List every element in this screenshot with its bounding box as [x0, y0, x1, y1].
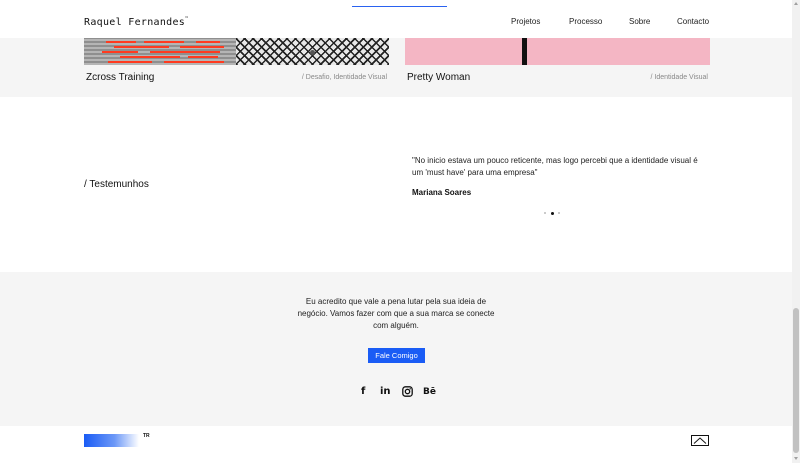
- thumbnail-bar: [106, 41, 136, 43]
- back-to-top-button[interactable]: [691, 435, 709, 446]
- nav-processo[interactable]: Processo: [569, 17, 602, 26]
- carousel-dot-3[interactable]: [558, 212, 560, 214]
- footer-logo[interactable]: [84, 434, 139, 447]
- logo-text: Raquel Fernandes: [84, 17, 186, 28]
- testimonial-quote: "No inicio estava um pouco reticente, ma…: [412, 156, 698, 177]
- thumbnail-bar: [196, 41, 220, 43]
- nav-sobre[interactable]: Sobre: [629, 17, 650, 26]
- carousel-dot-2[interactable]: [551, 211, 554, 215]
- scroll-up-arrow-icon[interactable]: [794, 2, 798, 5]
- thumbnail-bar: [188, 56, 218, 58]
- carousel-dot-1[interactable]: [544, 212, 546, 214]
- thumbnail-stripe: [522, 38, 527, 65]
- thumbnail-bar: [164, 61, 224, 63]
- thumbnail-bar: [114, 46, 169, 48]
- project-title[interactable]: Zcross Training: [86, 72, 154, 83]
- thumbnail-bar: [180, 46, 224, 48]
- project-thumbnail-pretty-woman[interactable]: [405, 38, 710, 65]
- scrollbar-thumb[interactable]: [793, 308, 799, 453]
- footer-logo-mark: TR: [143, 433, 150, 439]
- project-tags: / Desafio, Identidade Visual: [301, 74, 387, 81]
- scroll-down-arrow-icon[interactable]: [794, 457, 798, 460]
- nav-contacto[interactable]: Contacto: [677, 17, 709, 26]
- thumbnail-bar: [150, 51, 220, 53]
- thumbnail-bar: [102, 51, 138, 53]
- site-logo[interactable]: Raquel Fernandes™: [84, 16, 188, 28]
- thumbnail-bar: [120, 56, 180, 58]
- testimonials-heading: / Testemunhos: [84, 179, 149, 190]
- page-scrollbar[interactable]: [792, 0, 800, 463]
- project-tags: / Identidade Visual: [650, 74, 708, 81]
- chevron-up-icon: [693, 437, 707, 444]
- contact-button[interactable]: Fale Comigo: [368, 348, 425, 363]
- instagram-icon[interactable]: [402, 386, 413, 398]
- nav-projetos[interactable]: Projetos: [511, 17, 540, 26]
- cta-text: Eu acredito que vale a pena lutar pela s…: [297, 297, 495, 330]
- cta-section: Eu acredito que vale a pena lutar pela s…: [0, 272, 792, 426]
- thumbnail-bar: [108, 61, 152, 63]
- instagram-glyph: [402, 386, 413, 397]
- logo-trademark: ™: [185, 16, 189, 22]
- scroll-progress-bar: [352, 6, 447, 7]
- project-thumbnail-zcross[interactable]: [84, 38, 389, 65]
- linkedin-icon[interactable]: in: [380, 386, 391, 398]
- thumbnail-dot: [310, 50, 315, 55]
- testimonial-author: Mariana Soares: [412, 188, 472, 197]
- site-header: Raquel Fernandes™ Projetos Processo Sobr…: [0, 0, 792, 38]
- behance-icon[interactable]: Bē: [423, 386, 436, 398]
- project-title[interactable]: Pretty Woman: [407, 72, 470, 83]
- page: Raquel Fernandes™ Projetos Processo Sobr…: [0, 0, 792, 463]
- thumbnail-bar: [144, 41, 184, 43]
- projects-section: Zcross Training / Desafio, Identidade Vi…: [0, 38, 792, 97]
- facebook-icon[interactable]: f: [361, 386, 365, 398]
